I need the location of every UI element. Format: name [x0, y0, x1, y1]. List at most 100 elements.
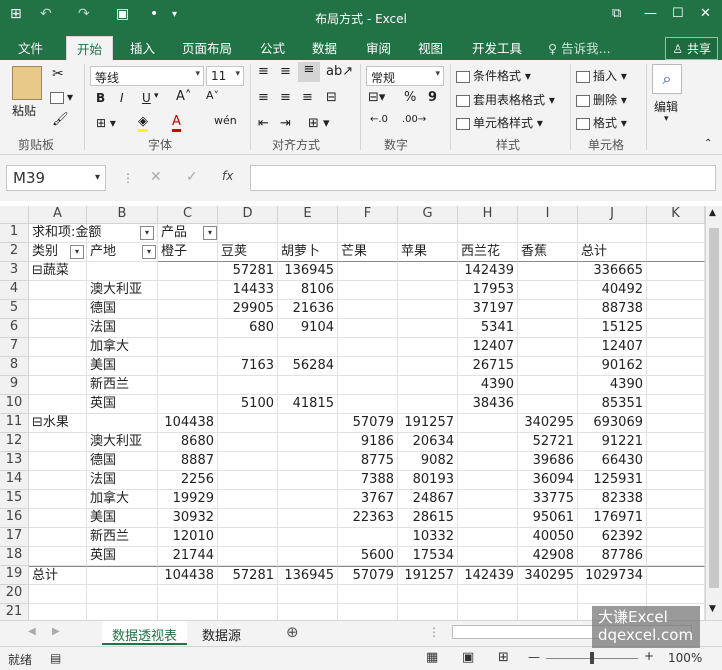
- cell-b8[interactable]: 美国: [87, 357, 158, 376]
- cell-c20[interactable]: [158, 585, 218, 604]
- cell-d10[interactable]: 5100: [218, 395, 278, 414]
- cancel-icon[interactable]: ✕: [150, 169, 162, 185]
- cell-b15[interactable]: 加拿大: [87, 490, 158, 509]
- cell-f3[interactable]: [338, 262, 398, 281]
- search-icon[interactable]: ⌕: [652, 64, 682, 94]
- cell-i18[interactable]: 42908: [518, 547, 578, 566]
- cell-g17[interactable]: 10332: [398, 528, 458, 547]
- cell-a20[interactable]: [29, 585, 87, 604]
- paste-button[interactable]: 粘贴: [12, 102, 36, 119]
- tab-file[interactable]: 文件: [18, 38, 43, 57]
- zoom-slider-thumb[interactable]: [590, 652, 594, 664]
- format-cells-button[interactable]: 格式 ▾: [576, 114, 627, 131]
- cell-e16[interactable]: [278, 509, 338, 528]
- cell-a17[interactable]: [29, 528, 87, 547]
- sheet-tab-source[interactable]: 数据源: [192, 621, 251, 645]
- bold-button[interactable]: B: [96, 91, 105, 105]
- add-sheet-icon[interactable]: ⊕: [286, 623, 299, 641]
- tab-split-icon[interactable]: ⋮: [428, 625, 440, 639]
- column-header-c[interactable]: C: [158, 206, 218, 224]
- macro-record-icon[interactable]: ▤: [50, 651, 61, 665]
- cell-e3[interactable]: 136945: [278, 262, 338, 281]
- cell-d5[interactable]: 29905: [218, 300, 278, 319]
- cell-k1[interactable]: [647, 224, 705, 243]
- share-button[interactable]: ♙ 共享: [665, 37, 718, 60]
- phonetic-icon[interactable]: wén: [214, 114, 237, 127]
- cell-k10[interactable]: [647, 395, 705, 414]
- cell-i15[interactable]: 33775: [518, 490, 578, 509]
- row-header-16[interactable]: 16: [0, 509, 29, 528]
- cell-j16[interactable]: 176971: [578, 509, 647, 528]
- cell-k19[interactable]: [647, 566, 705, 585]
- cell-h12[interactable]: [458, 433, 518, 452]
- cell-j3[interactable]: 336665: [578, 262, 647, 281]
- cell-k13[interactable]: [647, 452, 705, 471]
- cell-f8[interactable]: [338, 357, 398, 376]
- cell-g8[interactable]: [398, 357, 458, 376]
- cell-d11[interactable]: [218, 414, 278, 433]
- cell-j11[interactable]: 693069: [578, 414, 647, 433]
- cell-c16[interactable]: 30932: [158, 509, 218, 528]
- cell-i5[interactable]: [518, 300, 578, 319]
- cell-a8[interactable]: [29, 357, 87, 376]
- cell-h7[interactable]: 12407: [458, 338, 518, 357]
- zoom-in-icon[interactable]: +: [644, 649, 654, 663]
- percent-button[interactable]: %: [404, 90, 416, 105]
- cell-c3[interactable]: [158, 262, 218, 281]
- cell-d3[interactable]: 57281: [218, 262, 278, 281]
- row-header-9[interactable]: 9: [0, 376, 29, 395]
- cell-k18[interactable]: [647, 547, 705, 566]
- cell-j17[interactable]: 62392: [578, 528, 647, 547]
- page-break-view-icon[interactable]: ⊞: [498, 650, 509, 665]
- cell-h19[interactable]: 142439: [458, 566, 518, 585]
- underline-button[interactable]: U: [142, 91, 151, 105]
- row-header-12[interactable]: 12: [0, 433, 29, 452]
- cell-i8[interactable]: [518, 357, 578, 376]
- cell-d1[interactable]: [218, 224, 278, 243]
- column-header-b[interactable]: B: [87, 206, 158, 224]
- cell-g12[interactable]: 20634: [398, 433, 458, 452]
- cell-c12[interactable]: 8680: [158, 433, 218, 452]
- cell-c14[interactable]: 2256: [158, 471, 218, 490]
- cell-c2[interactable]: 橙子: [158, 243, 218, 262]
- cell-j13[interactable]: 66430: [578, 452, 647, 471]
- cell-style-button[interactable]: 单元格样式 ▾: [456, 114, 543, 131]
- worksheet-grid[interactable]: A B C D E F G H I J K 1 求和项:金额 产品 2 类别 产地 橙子 豆荚 胡萝卜 芒果 苹果 西兰花香…: [0, 206, 722, 623]
- cell-i13[interactable]: 39686: [518, 452, 578, 471]
- cell-a9[interactable]: [29, 376, 87, 395]
- cell-i6[interactable]: [518, 319, 578, 338]
- cell-i7[interactable]: [518, 338, 578, 357]
- border-icon[interactable]: ⊞ ▾: [96, 116, 116, 130]
- cell-f17[interactable]: [338, 528, 398, 547]
- insert-function-button[interactable]: fx: [222, 169, 233, 183]
- cell-h5[interactable]: 37197: [458, 300, 518, 319]
- cell-a7[interactable]: [29, 338, 87, 357]
- row-header-14[interactable]: 14: [0, 471, 29, 490]
- next-sheet-icon[interactable]: ▶: [52, 626, 60, 637]
- cell-e7[interactable]: [278, 338, 338, 357]
- cell-c5[interactable]: [158, 300, 218, 319]
- cell-d14[interactable]: [218, 471, 278, 490]
- cell-j8[interactable]: 90162: [578, 357, 647, 376]
- row-header-15[interactable]: 15: [0, 490, 29, 509]
- page-layout-view-icon[interactable]: ▣: [462, 650, 474, 665]
- cell-f15[interactable]: 3767: [338, 490, 398, 509]
- cell-e2[interactable]: 胡萝卜: [278, 243, 338, 262]
- cell-e12[interactable]: [278, 433, 338, 452]
- ribbon-display-icon[interactable]: ⧉: [612, 6, 621, 21]
- align-bottom-icon[interactable]: ≡: [298, 62, 320, 82]
- decrease-decimal-icon[interactable]: .00→: [402, 114, 426, 125]
- cell-g3[interactable]: [398, 262, 458, 281]
- cell-k7[interactable]: [647, 338, 705, 357]
- column-header-h[interactable]: H: [458, 206, 518, 224]
- cell-k8[interactable]: [647, 357, 705, 376]
- cell-d4[interactable]: 14433: [218, 281, 278, 300]
- column-header-i[interactable]: I: [518, 206, 578, 224]
- formula-input[interactable]: [250, 165, 716, 191]
- cell-j1[interactable]: [578, 224, 647, 243]
- cell-h18[interactable]: [458, 547, 518, 566]
- cell-i10[interactable]: [518, 395, 578, 414]
- cell-k5[interactable]: [647, 300, 705, 319]
- cell-g4[interactable]: [398, 281, 458, 300]
- column-header-a[interactable]: A: [29, 206, 87, 224]
